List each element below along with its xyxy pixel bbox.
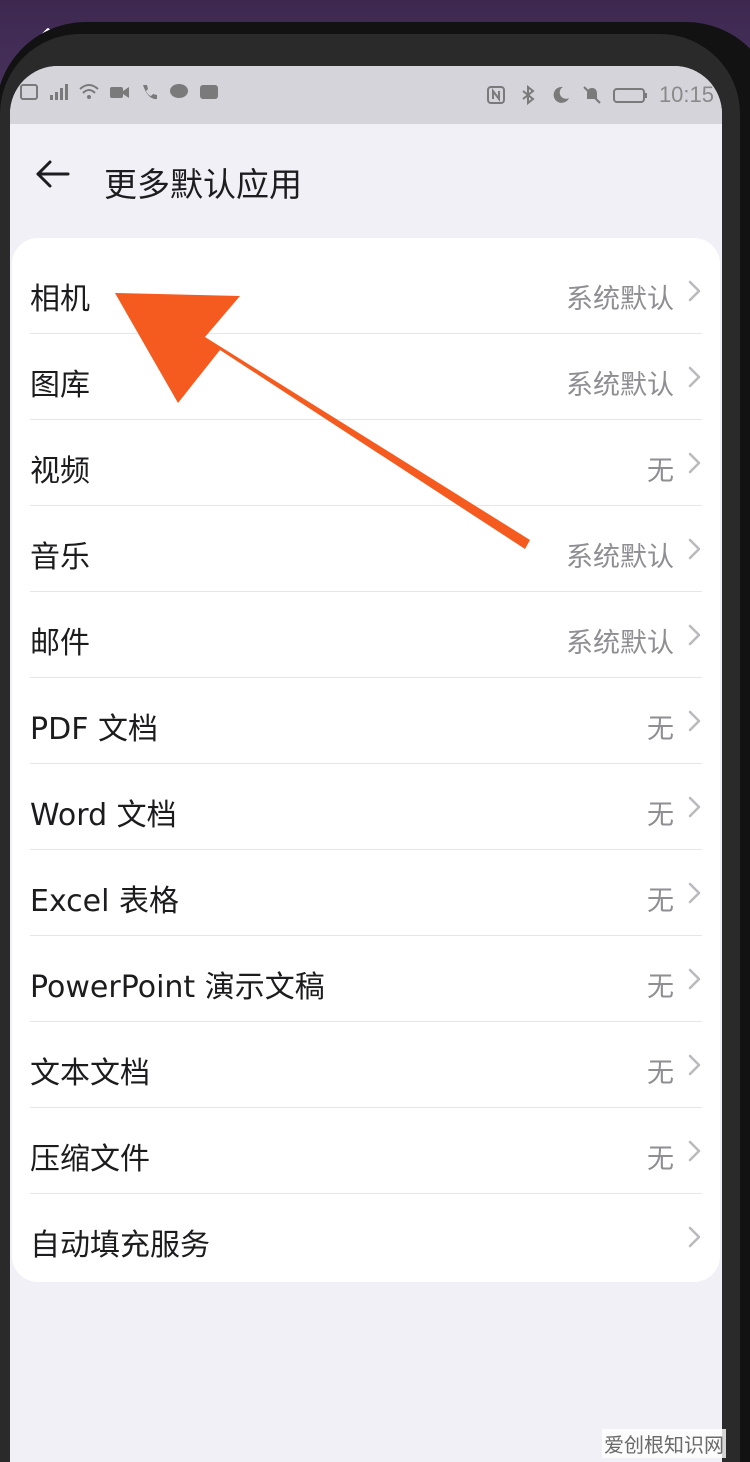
- status-left-icons: [18, 82, 220, 102]
- back-arrow-icon[interactable]: [32, 154, 72, 194]
- chevron-right-icon: [688, 624, 701, 646]
- list-item-label: 邮件: [30, 626, 90, 661]
- battery-icon: [612, 88, 647, 103]
- page-header: 更多默认应用: [10, 124, 722, 244]
- video-call-icon: [110, 87, 129, 98]
- list-item-label: 压缩文件: [30, 1142, 150, 1177]
- list-item-label: Word 文档: [30, 798, 177, 833]
- nfc-icon: [486, 86, 505, 104]
- list-item-label: 自动填充服务: [30, 1228, 210, 1263]
- chat-icon: [170, 84, 188, 98]
- list-item-value: 无: [647, 1144, 674, 1175]
- signal-icon: [50, 84, 68, 100]
- list-item[interactable]: Excel 表格 无: [12, 850, 720, 936]
- list-item[interactable]: PDF 文档 无: [12, 678, 720, 764]
- message-icon: [200, 85, 218, 99]
- sim-icon: [20, 84, 38, 100]
- chevron-right-icon: [688, 1054, 701, 1076]
- chevron-right-icon: [688, 968, 701, 990]
- list-item-value: 系统默认: [566, 542, 674, 573]
- list-item[interactable]: 压缩文件 无: [12, 1108, 720, 1194]
- screenshot-stage: 10:15 更多默认应用 相机 系统默认 图库 系统默认 视频无音乐 系统默认 邮件 系统默认…: [0, 0, 750, 1462]
- list-item-value: 无: [647, 456, 674, 487]
- list-item[interactable]: 文本文档 无: [12, 1022, 720, 1108]
- list-item[interactable]: 视频 无: [12, 420, 720, 506]
- list-item-value: 无: [647, 972, 674, 1003]
- list-item-label: 音乐: [30, 540, 90, 575]
- chevron-right-icon: [688, 452, 701, 474]
- wifi-icon: [79, 84, 99, 99]
- chevron-right-icon: [688, 1140, 701, 1162]
- list-item[interactable]: Word 文档 无: [12, 764, 720, 850]
- list-item-label: PowerPoint 演示文稿: [30, 970, 325, 1005]
- list-item[interactable]: PowerPoint 演示文稿 无: [12, 936, 720, 1022]
- list-item-value: 无: [647, 714, 674, 745]
- page-title: 更多默认应用: [104, 165, 302, 204]
- mute-icon: [583, 86, 601, 104]
- default-apps-list: 相机 系统默认 图库 系统默认 视频无音乐 系统默认 邮件 系统默认 PDF 文档无 Word 文…: [12, 238, 720, 1282]
- phone-screen: 10:15 更多默认应用 相机 系统默认 图库 系统默认 视频无音乐 系统默认 邮件 系统默认…: [10, 66, 722, 1462]
- list-item-value: 系统默认: [566, 370, 674, 401]
- chevron-right-icon: [688, 280, 701, 302]
- list-item-label: 图库: [30, 368, 90, 403]
- status-bar: 10:15: [10, 66, 722, 124]
- status-time: 10:15: [658, 82, 714, 107]
- list-item-value: 无: [647, 800, 674, 831]
- chevron-right-icon: [688, 882, 701, 904]
- status-right-icons: 10:15: [485, 82, 714, 108]
- list-item[interactable]: 相机 系统默认: [12, 248, 720, 334]
- list-item-value: 无: [647, 886, 674, 917]
- bluetooth-icon: [522, 85, 535, 105]
- list-item-label: PDF 文档: [30, 712, 158, 747]
- list-item-value: 无: [647, 1058, 674, 1089]
- list-item-label: 文本文档: [30, 1056, 150, 1091]
- chevron-right-icon: [688, 366, 701, 388]
- list-item-value: 系统默认: [566, 284, 674, 315]
- moon-icon: [553, 86, 569, 103]
- list-item-label: 相机: [30, 282, 90, 317]
- list-item[interactable]: 音乐 系统默认: [12, 506, 720, 592]
- watermark: 爱创根知识网: [602, 1429, 726, 1458]
- list-item[interactable]: 自动填充服务: [12, 1194, 720, 1280]
- list-item[interactable]: 图库 系统默认: [12, 334, 720, 420]
- chevron-right-icon: [688, 796, 701, 818]
- list-item-label: Excel 表格: [30, 884, 180, 919]
- list-item-label: 视频: [30, 454, 90, 489]
- phone-call-icon: [143, 85, 157, 100]
- list-item[interactable]: 邮件 系统默认: [12, 592, 720, 678]
- chevron-right-icon: [688, 1226, 701, 1248]
- list-item-value: 系统默认: [566, 628, 674, 659]
- chevron-right-icon: [688, 538, 701, 560]
- chevron-right-icon: [688, 710, 701, 732]
